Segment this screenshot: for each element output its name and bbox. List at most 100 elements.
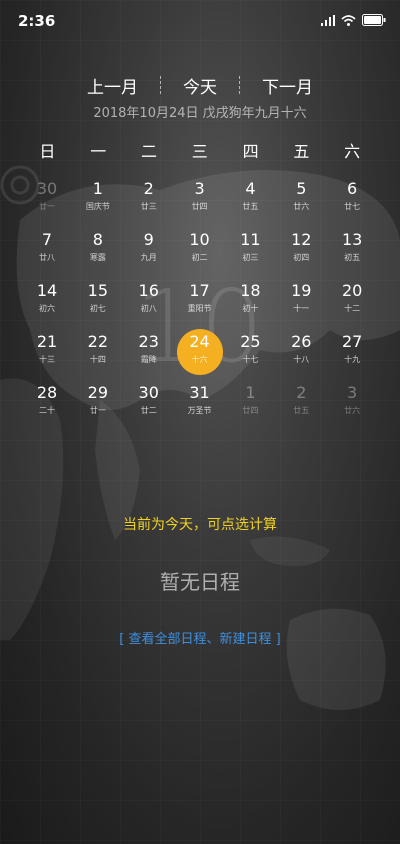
day-number: 27 (341, 332, 363, 351)
day-number: 12 (291, 230, 312, 249)
day-number: 13 (341, 230, 363, 249)
month-navigation: 上一月 今天 下一月 (0, 72, 400, 98)
lunar-label: 初七 (89, 304, 106, 313)
lunar-label: 十一 (293, 304, 310, 313)
day-number: 4 (245, 179, 256, 198)
prev-month-button[interactable]: 上一月 (65, 73, 160, 98)
calendar-day[interactable]: 8 寒露 (73, 227, 123, 277)
lunar-label: 重阳节 (187, 304, 212, 313)
day-number: 10 (189, 230, 210, 249)
lunar-label: 国庆节 (85, 202, 110, 211)
schedule-links[interactable]: [ 查看全部日程、新建日程 ] (0, 628, 400, 647)
day-number: 11 (240, 230, 261, 249)
calendar-day[interactable]: 21 十三 (22, 329, 72, 379)
calendar-day[interactable]: 12 初四 (276, 227, 326, 277)
day-number: 16 (138, 281, 159, 300)
calendar-day[interactable]: 6 廿七 (327, 176, 377, 226)
calendar-day[interactable]: 2 廿五 (276, 380, 326, 430)
calendar-day[interactable]: 14 初六 (22, 278, 72, 328)
calendar-day[interactable]: 2 廿三 (124, 176, 174, 226)
lunar-label: 廿八 (39, 253, 55, 262)
calendar-day-today[interactable]: 24 十六 (175, 329, 225, 379)
calendar-day[interactable]: 23 霜降 (124, 329, 174, 379)
calendar-day[interactable]: 28 二十 (22, 380, 72, 430)
empty-schedule-text: 暂无日程 (160, 570, 240, 594)
lunar-label: 初二 (191, 253, 208, 262)
weekday-label: 四 (242, 142, 259, 161)
day-number: 14 (36, 281, 58, 300)
calendar-day[interactable]: 31 万圣节 (175, 380, 225, 430)
calendar-day[interactable]: 29 廿一 (73, 380, 123, 430)
day-number: 2 (143, 179, 154, 198)
lunar-label: 十九 (344, 355, 361, 364)
lunar-label: 十七 (242, 355, 259, 364)
lunar-label: 十六 (191, 355, 208, 364)
lunar-label: 十二 (344, 304, 361, 313)
calendar-day[interactable]: 1 廿四 (225, 380, 275, 430)
battery-icon (362, 14, 386, 26)
day-number: 31 (189, 383, 210, 402)
calendar-day[interactable]: 15 初七 (73, 278, 123, 328)
next-month-button[interactable]: 下一月 (240, 73, 335, 98)
calendar-day[interactable]: 17 重阳节 (175, 278, 225, 328)
calendar-day[interactable]: 9 九月 (124, 227, 174, 277)
calendar-day[interactable]: 16 初八 (124, 278, 174, 328)
lunar-label: 初八 (140, 304, 157, 313)
day-number: 7 (41, 230, 53, 249)
calendar-day[interactable]: 10 初二 (175, 227, 225, 277)
lunar-label: 十八 (293, 355, 310, 364)
day-number: 3 (194, 179, 205, 198)
status-time: 2:36 (18, 12, 56, 30)
calendar-day[interactable]: 20 十二 (327, 278, 377, 328)
lunar-label: 十三 (39, 355, 55, 364)
calendar-day[interactable]: 25 十七 (225, 329, 275, 379)
calendar-day[interactable]: 27 十九 (327, 329, 377, 379)
calendar-day[interactable]: 7 廿八 (22, 227, 72, 277)
lunar-label: 廿一 (89, 406, 106, 415)
lunar-label: 初四 (293, 253, 310, 262)
signal-icon (321, 14, 335, 26)
calendar-day[interactable]: 5 廿六 (276, 176, 326, 226)
lunar-label: 廿三 (140, 202, 157, 211)
weekday-label: 三 (191, 142, 208, 161)
calendar-day[interactable]: 1 国庆节 (73, 176, 123, 226)
day-number: 26 (291, 332, 312, 351)
weekday-label: 五 (293, 142, 310, 161)
weekday-label: 二 (140, 142, 157, 161)
status-bar: 2:36 (0, 0, 400, 44)
calendar-day[interactable]: 4 廿五 (225, 176, 275, 226)
day-number: 28 (36, 383, 58, 402)
day-number: 17 (189, 281, 210, 300)
calendar-day[interactable]: 18 初十 (225, 278, 275, 328)
calendar-day[interactable]: 30 廿二 (124, 380, 174, 430)
lunar-label: 十四 (89, 355, 106, 364)
day-number: 3 (347, 383, 358, 402)
lunar-label: 初五 (344, 253, 361, 262)
day-number: 1 (245, 383, 256, 402)
day-number: 15 (87, 281, 109, 300)
lunar-label: 万圣节 (187, 406, 212, 415)
calendar-day[interactable]: 30 廿一 (22, 176, 72, 226)
day-number: 30 (36, 179, 58, 198)
weekday-label: 一 (90, 142, 107, 161)
day-number: 18 (240, 281, 261, 300)
today-button[interactable]: 今天 (161, 73, 239, 98)
calendar-day[interactable]: 3 廿六 (327, 380, 377, 430)
lunar-label: 初十 (242, 304, 259, 313)
day-number: 25 (240, 332, 261, 351)
day-number: 24 (189, 332, 210, 351)
day-number: 20 (341, 281, 363, 300)
day-number: 8 (92, 230, 103, 249)
day-number: 21 (36, 332, 58, 351)
calendar-day[interactable]: 13 初五 (327, 227, 377, 277)
calendar-day[interactable]: 3 廿四 (175, 176, 225, 226)
lunar-label: 廿四 (242, 406, 259, 415)
calendar-day[interactable]: 11 初三 (225, 227, 275, 277)
lunar-label: 廿二 (140, 406, 157, 415)
lunar-label: 霜降 (140, 355, 157, 364)
status-icons (321, 14, 386, 26)
calendar-day[interactable]: 26 十八 (276, 329, 326, 379)
calendar-day[interactable]: 19 十一 (276, 278, 326, 328)
calendar-day[interactable]: 22 十四 (73, 329, 123, 379)
date-subtitle: 2018年10月24日 戊戌狗年九月十六 (93, 106, 307, 121)
